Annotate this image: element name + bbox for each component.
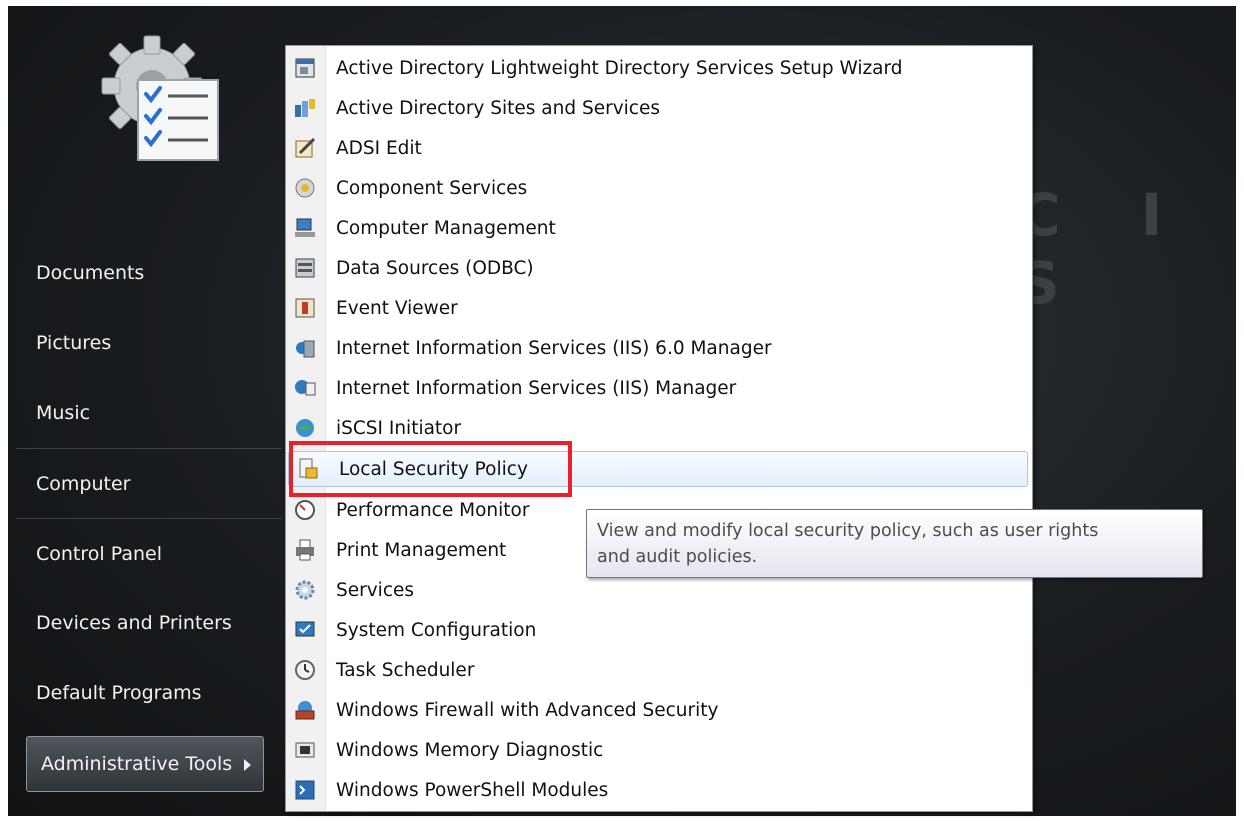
menu-control-panel[interactable]: Control Panel (16, 518, 282, 588)
adsi-edit-icon (294, 137, 316, 159)
submenu-item-label: Event Viewer (336, 297, 458, 319)
submenu-item-label: Computer Management (336, 217, 556, 239)
background-watermark: C I S (1018, 181, 1193, 317)
firewall-icon (294, 699, 316, 721)
sites-services-icon (294, 97, 316, 119)
submenu-item-powershell-modules[interactable]: Windows PowerShell Modules (286, 772, 1032, 808)
computer-management-icon (294, 217, 316, 239)
iis6-icon (294, 337, 316, 359)
submenu-arrow-icon (244, 759, 251, 771)
menu-devices-and-printers[interactable]: Devices and Printers (16, 588, 282, 658)
submenu-item-iis6-manager[interactable]: Internet Information Services (IIS) 6.0 … (286, 330, 1032, 366)
submenu-item-label: Internet Information Services (IIS) Mana… (336, 377, 737, 399)
iis-icon (294, 377, 316, 399)
administrative-tools-submenu: Active Directory Lightweight Directory S… (285, 45, 1033, 812)
administrative-tools-logo-icon (101, 35, 219, 161)
submenu-item-label: Internet Information Services (IIS) 6.0 … (336, 337, 772, 359)
submenu-item-label: Performance Monitor (336, 499, 530, 521)
submenu-item-ad-lds-setup-wizard[interactable]: Active Directory Lightweight Directory S… (286, 50, 1032, 86)
memory-icon (294, 739, 316, 761)
submenu-item-label: System Configuration (336, 619, 537, 641)
iscsi-icon (294, 417, 316, 439)
start-menu-right-column: Documents Pictures Music Computer Contro… (16, 238, 282, 792)
performance-monitor-icon (294, 499, 316, 521)
clock-icon (294, 659, 316, 681)
submenu-item-ad-sites-and-services[interactable]: Active Directory Sites and Services (286, 90, 1032, 126)
submenu-item-component-services[interactable]: Component Services (286, 170, 1032, 206)
menu-pictures[interactable]: Pictures (16, 308, 282, 378)
component-services-icon (294, 177, 316, 199)
tooltip-line-2: and audit policies. (597, 547, 758, 567)
menu-default-programs[interactable]: Default Programs (16, 658, 282, 728)
submenu-item-task-scheduler[interactable]: Task Scheduler (286, 652, 1032, 688)
printer-icon (294, 539, 316, 561)
setup-wizard-icon (294, 57, 316, 79)
menu-computer[interactable]: Computer (16, 448, 282, 518)
submenu-item-system-configuration[interactable]: System Configuration (286, 612, 1032, 648)
tooltip: View and modify local security policy, s… (586, 509, 1203, 578)
submenu-item-label: Component Services (336, 177, 528, 199)
submenu-item-label: Windows Firewall with Advanced Security (336, 699, 719, 721)
submenu-item-adsi-edit[interactable]: ADSI Edit (286, 130, 1032, 166)
submenu-item-iis-manager[interactable]: Internet Information Services (IIS) Mana… (286, 370, 1032, 406)
services-gear-icon (294, 579, 316, 601)
submenu-item-computer-management[interactable]: Computer Management (286, 210, 1032, 246)
submenu-item-windows-firewall[interactable]: Windows Firewall with Advanced Security (286, 692, 1032, 728)
menu-administrative-tools[interactable]: Administrative Tools (26, 736, 264, 792)
administrative-tools-label: Administrative Tools (41, 753, 233, 775)
odbc-icon (294, 257, 316, 279)
red-highlight-annotation (289, 441, 572, 497)
submenu-item-label: iSCSI Initiator (336, 417, 462, 439)
submenu-item-label: ADSI Edit (336, 137, 422, 159)
menu-music[interactable]: Music (16, 378, 282, 448)
submenu-item-label: Task Scheduler (336, 659, 475, 681)
submenu-item-label: Windows PowerShell Modules (336, 779, 609, 801)
submenu-item-windows-memory-diagnostic[interactable]: Windows Memory Diagnostic (286, 732, 1032, 768)
submenu-item-label: Data Sources (ODBC) (336, 257, 534, 279)
submenu-item-label: Windows Memory Diagnostic (336, 739, 604, 761)
system-config-icon (294, 619, 316, 641)
submenu-item-label: Active Directory Sites and Services (336, 97, 660, 119)
submenu-item-label: Services (336, 579, 415, 601)
submenu-item-label: Active Directory Lightweight Directory S… (336, 57, 903, 79)
submenu-item-event-viewer[interactable]: Event Viewer (286, 290, 1032, 326)
powershell-icon (294, 779, 316, 801)
submenu-item-label: Print Management (336, 539, 507, 561)
tooltip-line-1: View and modify local security policy, s… (597, 521, 1099, 541)
menu-documents[interactable]: Documents (16, 238, 282, 308)
submenu-item-data-sources-odbc[interactable]: Data Sources (ODBC) (286, 250, 1032, 286)
event-viewer-icon (294, 297, 316, 319)
